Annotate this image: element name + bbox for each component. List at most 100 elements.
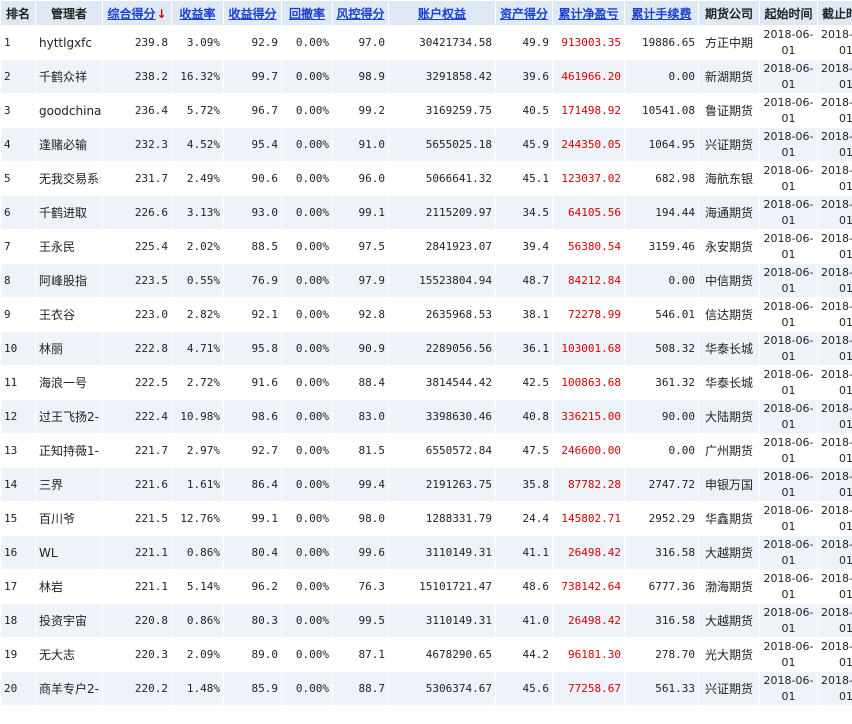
account-equity: 2841923.07 (389, 230, 495, 263)
return-rate: 2.02% (172, 230, 223, 263)
rank-cell: 20 (1, 672, 35, 705)
table-row: 6 千鹤进取 226.6 3.13% 93.0 0.00% 99.1 2115209.97 34… (1, 196, 852, 229)
manager-name: goodchinas (36, 94, 102, 127)
rank-cell: 18 (1, 604, 35, 637)
end-date: 2018-06-01 (818, 536, 852, 569)
net-profit: 64105.56 (553, 196, 624, 229)
drawdown-rate: 0.00% (282, 264, 332, 297)
net-profit: 26498.42 (553, 604, 624, 637)
start-date: 2018-06-01 (760, 332, 817, 365)
risk-score: 99.6 (333, 536, 388, 569)
rank-cell: 16 (1, 536, 35, 569)
account-equity: 1288331.79 (389, 502, 495, 535)
end-date: 2018-06-01 (818, 672, 852, 705)
account-equity: 3291858.42 (389, 60, 495, 93)
table-row: 5 无我交易系 231.7 2.49% 90.6 0.00% 96.0 5066641.32 4… (1, 162, 852, 195)
start-date: 2018-06-01 (760, 196, 817, 229)
asset-score: 48.6 (496, 570, 552, 603)
return-score: 80.4 (224, 536, 281, 569)
rank-cell: 2 (1, 60, 35, 93)
net-profit: 171498.92 (553, 94, 624, 127)
end-date: 2018-06-01 (818, 230, 852, 263)
start-date: 2018-06-01 (760, 672, 817, 705)
rank-cell: 10 (1, 332, 35, 365)
drawdown-rate: 0.00% (282, 468, 332, 501)
net-profit: 738142.64 (553, 570, 624, 603)
asset-score: 41.0 (496, 604, 552, 637)
return-score: 96.7 (224, 94, 281, 127)
rank-cell: 15 (1, 502, 35, 535)
end-date: 2018-06-01 (818, 162, 852, 195)
asset-score: 40.5 (496, 94, 552, 127)
drawdown-rate: 0.00% (282, 570, 332, 603)
manager-name: hyttlgxfc (36, 26, 102, 59)
manager-name: 林岩 (36, 570, 102, 603)
manager-name: 海浪一号 (36, 366, 102, 399)
header-drawdown-sort-link[interactable]: 回撤率 (282, 1, 332, 25)
total-fees: 278.70 (625, 638, 698, 671)
asset-score: 36.1 (496, 332, 552, 365)
futures-company: 方正中期 (699, 26, 759, 59)
return-score: 95.4 (224, 128, 281, 161)
net-profit: 26498.42 (553, 536, 624, 569)
return-score: 92.1 (224, 298, 281, 331)
start-date: 2018-06-01 (760, 570, 817, 603)
table-row: 20 商羊专户2- 220.2 1.48% 85.9 0.00% 88.7 5306374.6… (1, 672, 852, 705)
net-profit: 145802.71 (553, 502, 624, 535)
total-fees: 3159.46 (625, 230, 698, 263)
start-date: 2018-06-01 (760, 434, 817, 467)
return-score: 89.0 (224, 638, 281, 671)
start-date: 2018-06-01 (760, 230, 817, 263)
total-fees: 194.44 (625, 196, 698, 229)
table-row: 7 王永民 225.4 2.02% 88.5 0.00% 97.5 2841923.07 39.… (1, 230, 852, 263)
return-rate: 0.86% (172, 536, 223, 569)
return-rate: 3.13% (172, 196, 223, 229)
header-return-score-sort-link[interactable]: 收益得分 (224, 1, 281, 25)
end-date: 2018-06-01 (818, 604, 852, 637)
header-score-label[interactable]: 综合得分 (107, 7, 155, 21)
composite-score: 222.4 (103, 400, 171, 433)
rank-cell: 1 (1, 26, 35, 59)
return-rate: 1.48% (172, 672, 223, 705)
manager-name: 百川爷 (36, 502, 102, 535)
manager-name: 林丽 (36, 332, 102, 365)
asset-score: 38.1 (496, 298, 552, 331)
return-rate: 0.55% (172, 264, 223, 297)
return-rate: 1.61% (172, 468, 223, 501)
header-asset-score-sort-link[interactable]: 资产得分 (496, 1, 552, 25)
risk-score: 97.5 (333, 230, 388, 263)
total-fees: 546.01 (625, 298, 698, 331)
header-net-profit-sort-link[interactable]: 累计净盈亏 (553, 1, 624, 25)
table-row: 15 百川爷 221.5 12.76% 99.1 0.00% 98.0 1288331.79 2… (1, 502, 852, 535)
drawdown-rate: 0.00% (282, 366, 332, 399)
drawdown-rate: 0.00% (282, 196, 332, 229)
start-date: 2018-06-01 (760, 502, 817, 535)
net-profit: 56380.54 (553, 230, 624, 263)
header-fees-sort-link[interactable]: 累计手续费 (625, 1, 698, 25)
net-profit: 246600.00 (553, 434, 624, 467)
composite-score: 238.2 (103, 60, 171, 93)
end-date: 2018-06-01 (818, 26, 852, 59)
header-manager: 管理者 (36, 1, 102, 25)
table-row: 3 goodchinas 236.4 5.72% 96.7 0.00% 99.2 316925… (1, 94, 852, 127)
end-date: 2018-06-01 (818, 128, 852, 161)
futures-company: 新湖期货 (699, 60, 759, 93)
header-equity-sort-link[interactable]: 账户权益 (389, 1, 495, 25)
return-score: 88.5 (224, 230, 281, 263)
total-fees: 508.32 (625, 332, 698, 365)
ranking-table: 排名 管理者 综合得分↓ 收益率 收益得分 回撤率 风控得分 账户权益 资产得分… (0, 0, 852, 706)
net-profit: 72278.99 (553, 298, 624, 331)
header-risk-score-sort-link[interactable]: 风控得分 (333, 1, 388, 25)
end-date: 2018-06-01 (818, 298, 852, 331)
start-date: 2018-06-01 (760, 366, 817, 399)
futures-company: 申银万国 (699, 468, 759, 501)
header-return-sort-link[interactable]: 收益率 (172, 1, 223, 25)
risk-score: 99.1 (333, 196, 388, 229)
risk-score: 99.2 (333, 94, 388, 127)
drawdown-rate: 0.00% (282, 162, 332, 195)
header-score-sort-link[interactable]: 综合得分↓ (103, 1, 171, 25)
composite-score: 225.4 (103, 230, 171, 263)
return-score: 86.4 (224, 468, 281, 501)
drawdown-rate: 0.00% (282, 94, 332, 127)
drawdown-rate: 0.00% (282, 332, 332, 365)
